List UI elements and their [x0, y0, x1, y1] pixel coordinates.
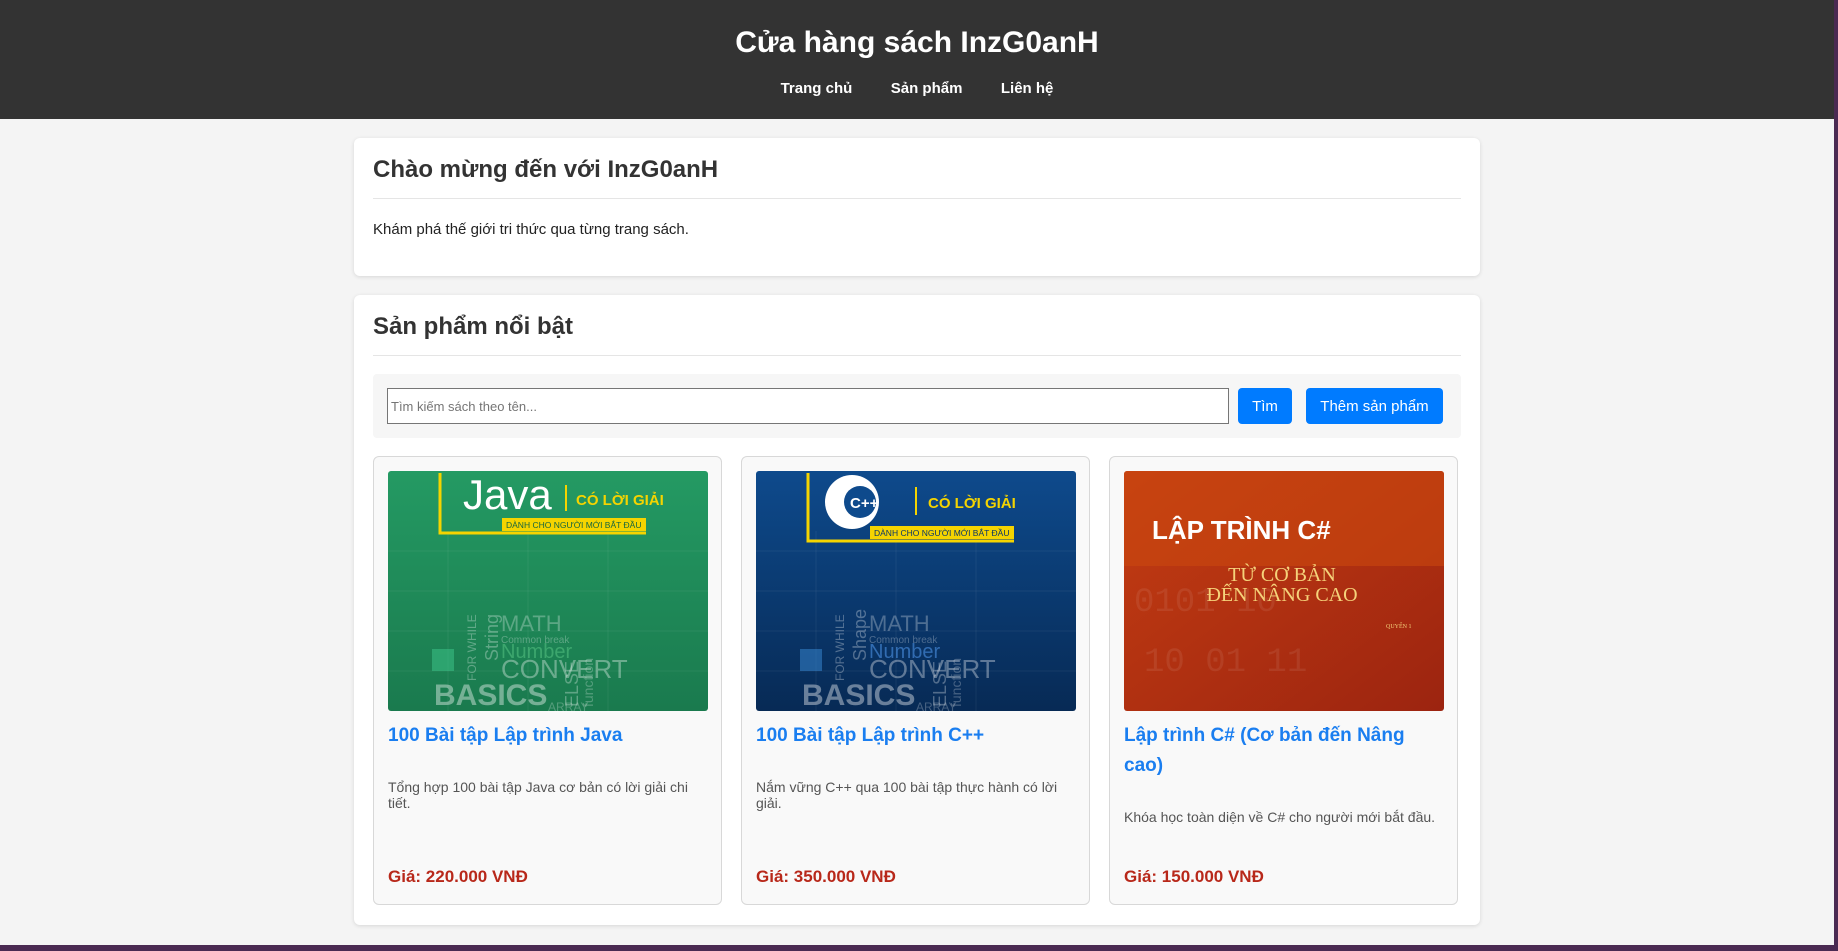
cover-tagline: CÓ LỜI GIẢI — [576, 491, 664, 509]
svg-text:BASICS: BASICS — [802, 679, 915, 711]
nav-link-products[interactable]: Sản phẩm — [891, 80, 963, 97]
search-button[interactable]: Tìm — [1238, 388, 1292, 424]
main-content: Chào mừng đến với InzG0anH Khám phá thế … — [354, 138, 1480, 925]
product-description: Nắm vững C++ qua 100 bài tập thực hành c… — [756, 779, 1058, 811]
cover-volume: QUYỂN 1 — [1386, 622, 1412, 630]
product-price: Giá: 150.000 VNĐ — [1124, 867, 1264, 886]
svg-text:ARRAY: ARRAY — [548, 700, 588, 711]
product-card[interactable]: Java CÓ LỜI GIẢI DÀNH CHO NGƯỜI MỚI BẮT … — [373, 456, 722, 905]
nav-link-home[interactable]: Trang chủ — [781, 80, 853, 97]
cover-brand: LẬP TRÌNH C# — [1152, 515, 1331, 545]
product-title[interactable]: Lập trình C# (Cơ bản đến Nâng cao) — [1124, 721, 1443, 781]
welcome-text: Khám phá thế giới tri thức qua từng tran… — [373, 221, 689, 238]
csharp-book-cover: 0101 10 10 01 11 LẬP TRÌNH C# TỪ CƠ BẢN … — [1124, 471, 1444, 711]
svg-text:FOR WHILE: FOR WHILE — [833, 614, 847, 681]
nav-link-contact[interactable]: Liên hệ — [1001, 80, 1054, 97]
svg-text:10 01 11: 10 01 11 — [1144, 644, 1307, 682]
svg-text:String: String — [482, 614, 502, 661]
site-title: Cửa hàng sách InzG0anH — [735, 26, 1099, 59]
svg-text:MATH: MATH — [869, 611, 930, 636]
svg-text:Number: Number — [869, 641, 940, 663]
welcome-heading: Chào mừng đến với InzG0anH — [373, 156, 1461, 199]
svg-text:MATH: MATH — [501, 611, 562, 636]
product-price: Giá: 220.000 VNĐ — [388, 867, 528, 886]
svg-text:FOR WHILE: FOR WHILE — [465, 614, 479, 681]
product-price: Giá: 350.000 VNĐ — [756, 867, 896, 886]
search-input[interactable] — [387, 388, 1229, 424]
site-header: Cửa hàng sách InzG0anH Trang chủ Sản phẩ… — [0, 0, 1834, 119]
cover-line1: TỪ CƠ BẢN — [1228, 562, 1336, 586]
svg-text:Number: Number — [501, 641, 572, 663]
featured-heading: Sản phẩm nổi bật — [373, 313, 1461, 356]
java-book-cover: Java CÓ LỜI GIẢI DÀNH CHO NGƯỜI MỚI BẮT … — [388, 471, 708, 711]
product-cover-image[interactable]: 0101 10 10 01 11 LẬP TRÌNH C# TỪ CƠ BẢN … — [1124, 471, 1444, 711]
welcome-section: Chào mừng đến với InzG0anH Khám phá thế … — [354, 138, 1480, 276]
cover-tagline: CÓ LỜI GIẢI — [928, 494, 1016, 512]
product-card[interactable]: 0101 10 10 01 11 LẬP TRÌNH C# TỪ CƠ BẢN … — [1109, 456, 1458, 905]
cover-brand: Java — [463, 471, 552, 518]
cover-brand: C++ — [850, 495, 879, 512]
product-cover-image[interactable]: Java CÓ LỜI GIẢI DÀNH CHO NGƯỜI MỚI BẮT … — [388, 471, 708, 711]
main-nav: Trang chủ Sản phẩm Liên hệ — [0, 80, 1834, 98]
cpp-book-cover: C++ CÓ LỜI GIẢI DÀNH CHO NGƯỜI MỚI BẮT Đ… — [756, 471, 1076, 711]
svg-text:BASICS: BASICS — [434, 679, 547, 711]
search-bar: Tìm Thêm sản phẩm — [373, 374, 1461, 438]
product-grid: Java CÓ LỜI GIẢI DÀNH CHO NGƯỜI MỚI BẮT … — [373, 456, 1461, 905]
product-title[interactable]: 100 Bài tập Lập trình Java — [388, 721, 707, 751]
product-description: Tổng hợp 100 bài tập Java cơ bản có lời … — [388, 779, 688, 811]
cover-line2: ĐẾN NÂNG CAO — [1206, 582, 1357, 606]
product-title[interactable]: 100 Bài tập Lập trình C++ — [756, 721, 1075, 751]
svg-text:ARRAY: ARRAY — [916, 700, 956, 711]
svg-text:Shape: Shape — [850, 609, 870, 661]
featured-products-section: Sản phẩm nổi bật Tìm Thêm sản phẩm — [354, 295, 1480, 925]
product-description: Khóa học toàn diện về C# cho người mới b… — [1124, 809, 1436, 825]
cover-subline: DÀNH CHO NGƯỜI MỚI BẮT ĐẦU — [506, 520, 642, 530]
add-product-button[interactable]: Thêm sản phẩm — [1306, 388, 1443, 424]
cover-subline: DÀNH CHO NGƯỜI MỚI BẮT ĐẦU — [874, 528, 1010, 538]
browser-viewport: Cửa hàng sách InzG0anH Trang chủ Sản phẩ… — [0, 0, 1834, 945]
product-cover-image[interactable]: C++ CÓ LỜI GIẢI DÀNH CHO NGƯỜI MỚI BẮT Đ… — [756, 471, 1076, 711]
window-edge — [1834, 0, 1838, 951]
product-card[interactable]: C++ CÓ LỜI GIẢI DÀNH CHO NGƯỜI MỚI BẮT Đ… — [741, 456, 1090, 905]
